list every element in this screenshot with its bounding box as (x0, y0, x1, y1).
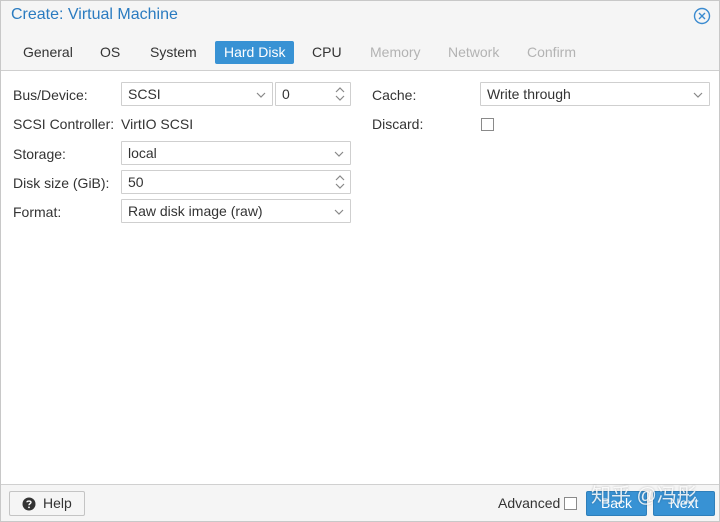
tab-network: Network (448, 44, 500, 60)
tab-hard-disk[interactable]: Hard Disk (215, 41, 295, 64)
tab-os[interactable]: OS (91, 41, 129, 64)
spinner-arrows-icon[interactable] (334, 173, 346, 191)
question-circle-icon (22, 497, 36, 511)
storage-label: Storage: (13, 146, 66, 162)
device-value: 0 (282, 86, 290, 102)
discard-checkbox[interactable] (481, 118, 494, 131)
advanced-label: Advanced (498, 495, 561, 511)
cache-select[interactable]: Write through (480, 82, 710, 106)
format-label: Format: (13, 204, 62, 220)
disk-size-label: Disk size (GiB): (13, 175, 110, 191)
watermark: 知乎 @冯彤 (591, 485, 697, 507)
tab-general[interactable]: General (14, 41, 82, 64)
wizard-tabs: General OS System Hard Disk CPU Memory N… (1, 31, 719, 71)
scsi-controller-value: VirtIO SCSI (121, 116, 194, 132)
title-bar: Create: Virtual Machine (1, 1, 719, 31)
discard-label: Discard: (372, 116, 424, 132)
bus-value: SCSI (128, 86, 161, 102)
format-select[interactable]: Raw disk image (raw) (121, 199, 351, 223)
dialog-title: Create: Virtual Machine (11, 6, 178, 23)
bus-select[interactable]: SCSI (121, 82, 273, 106)
storage-select[interactable]: local (121, 141, 351, 165)
disk-size-value: 50 (128, 174, 144, 190)
bus-device-label: Bus/Device: (13, 87, 88, 103)
help-label: Help (43, 495, 72, 511)
tab-memory: Memory (370, 44, 421, 60)
spinner-arrows-icon[interactable] (334, 85, 346, 103)
create-vm-dialog: Create: Virtual Machine General OS Syste… (0, 0, 720, 522)
close-icon[interactable] (693, 7, 711, 25)
scsi-controller-label: SCSI Controller: (13, 116, 115, 132)
chevron-down-icon (334, 151, 344, 157)
tab-cpu[interactable]: CPU (303, 41, 351, 64)
disk-size-stepper[interactable]: 50 (121, 170, 351, 194)
hard-disk-panel: Bus/Device: SCSI 0 SCSI Controller: Virt… (1, 72, 719, 484)
format-value: Raw disk image (raw) (128, 203, 263, 219)
device-number-stepper[interactable]: 0 (275, 82, 351, 106)
tab-confirm: Confirm (527, 44, 577, 60)
chevron-down-icon (693, 92, 703, 98)
advanced-checkbox[interactable] (564, 497, 577, 510)
help-button[interactable]: Help (9, 491, 85, 516)
chevron-down-icon (334, 209, 344, 215)
chevron-down-icon (256, 92, 266, 98)
cache-value: Write through (487, 86, 571, 102)
cache-label: Cache: (372, 87, 417, 103)
storage-value: local (128, 145, 157, 161)
tab-system[interactable]: System (141, 41, 206, 64)
